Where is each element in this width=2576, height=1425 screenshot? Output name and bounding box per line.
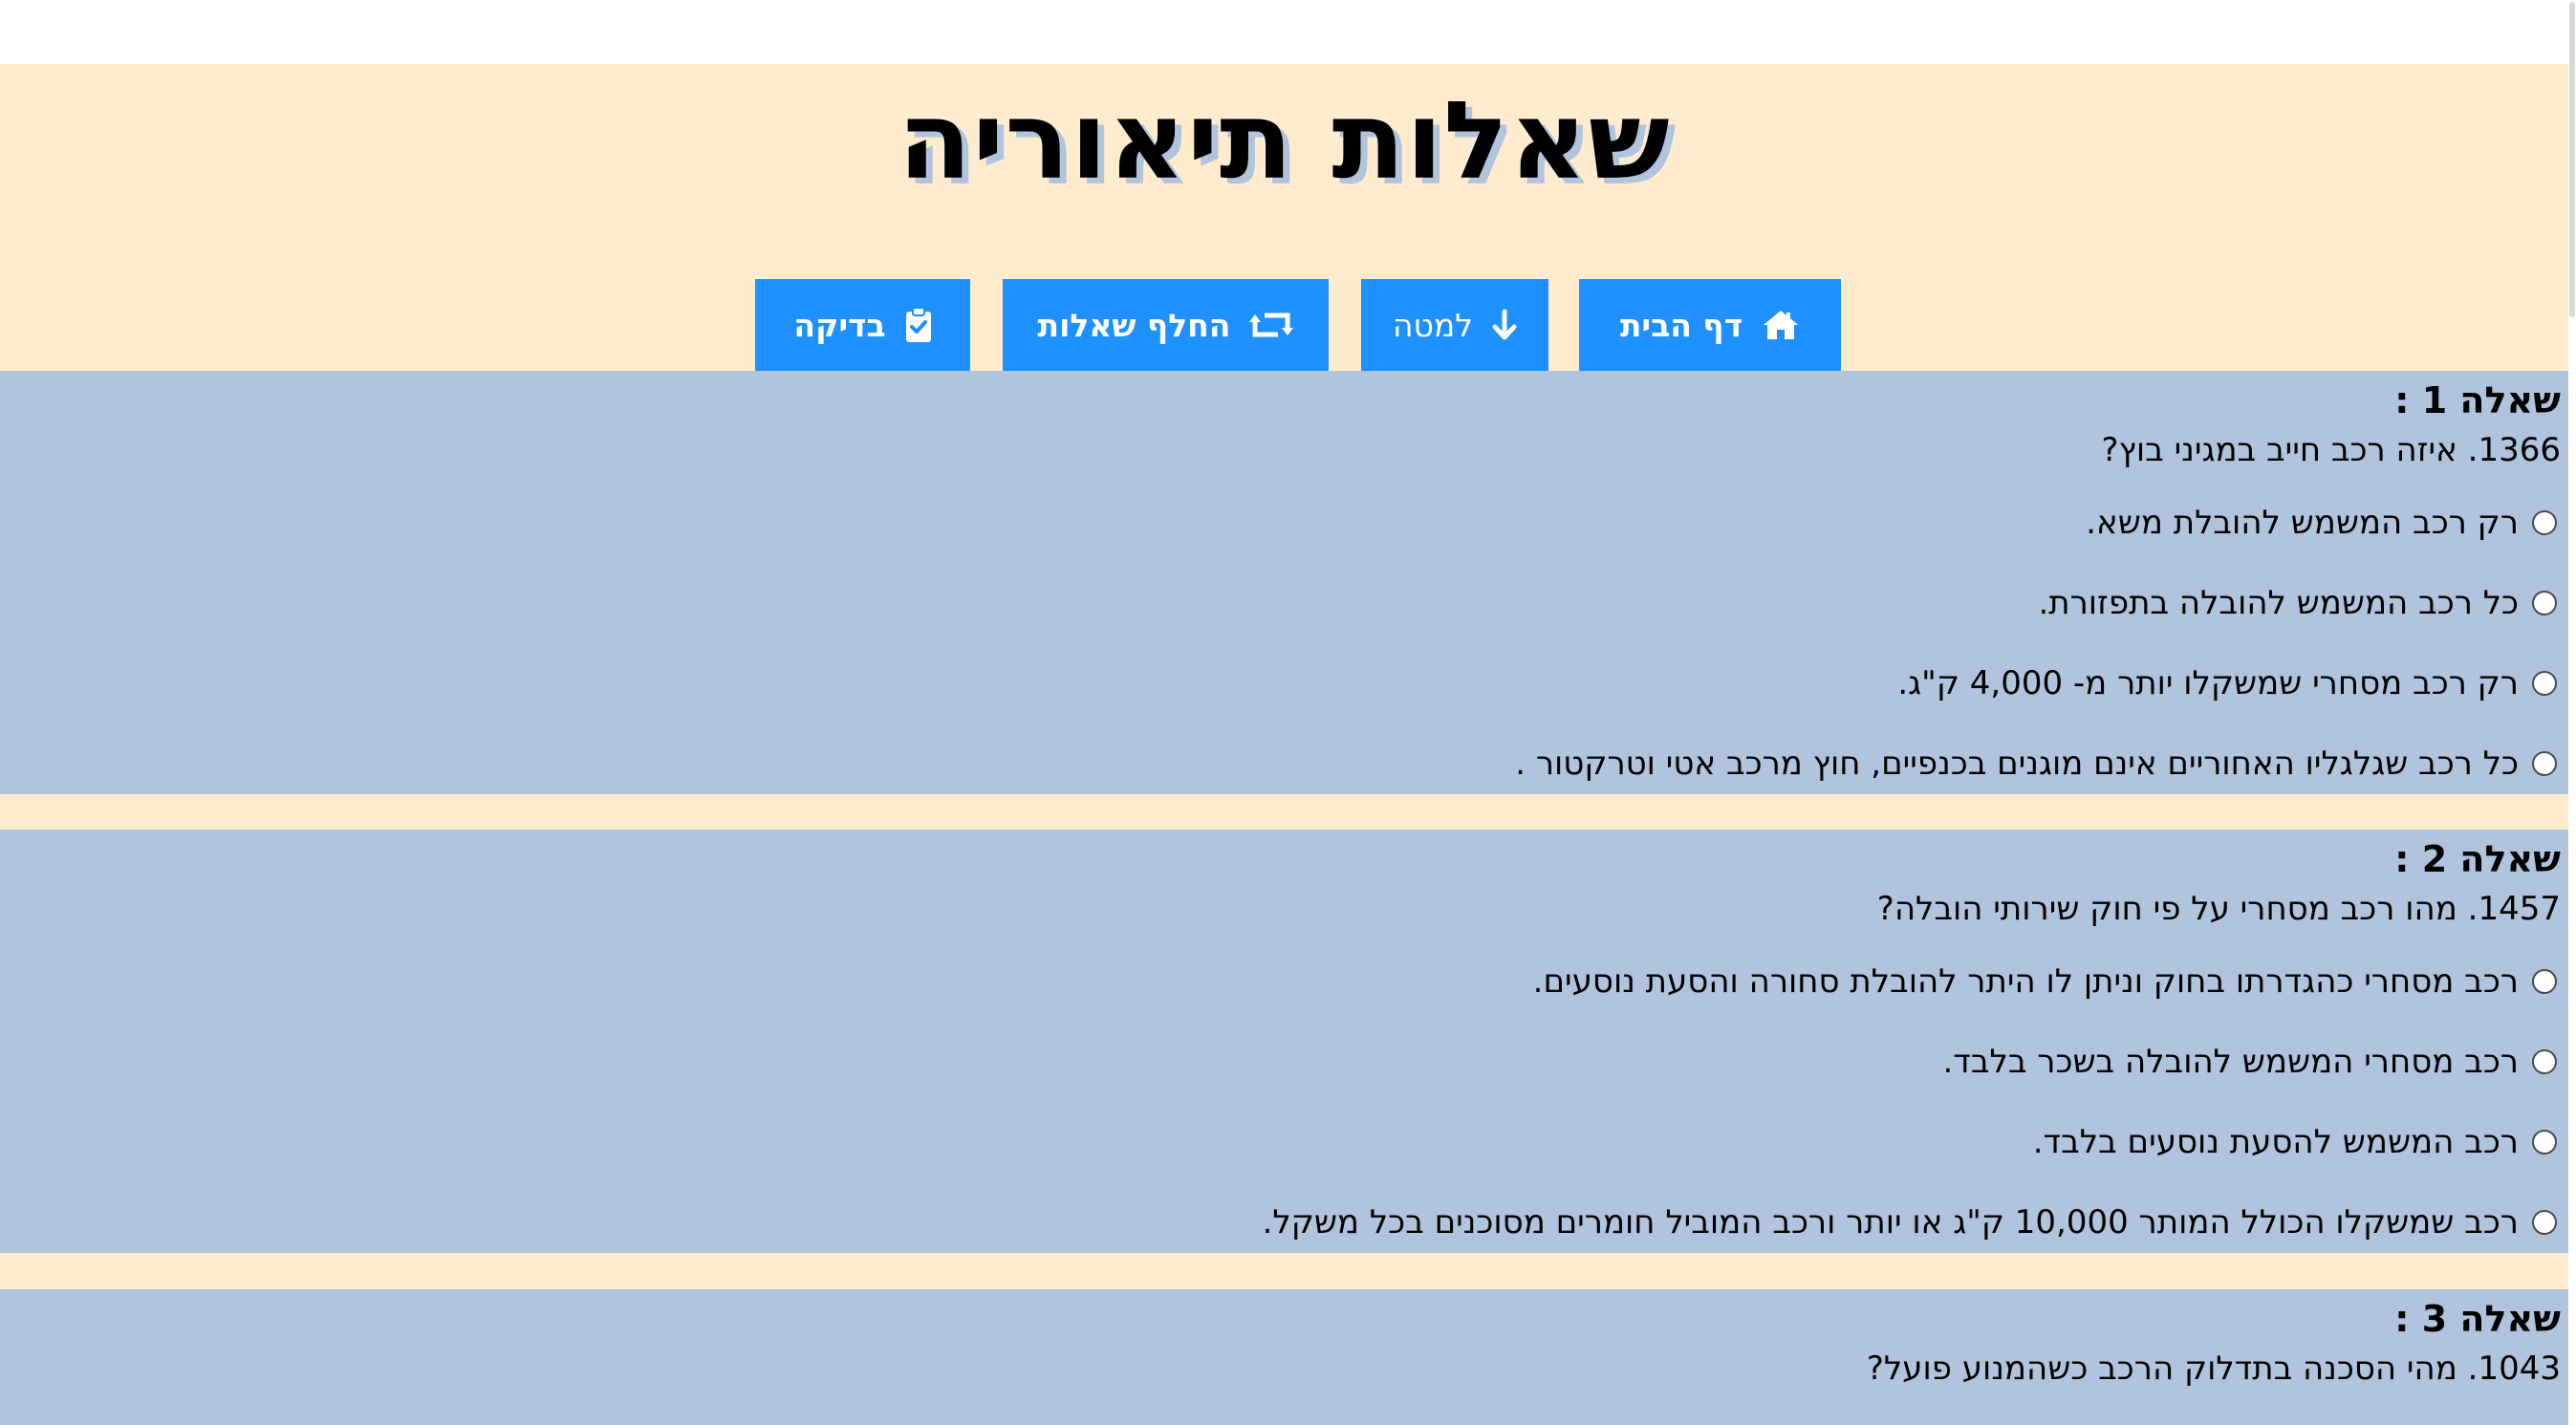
toolbar: דף הבית למטה החלף שאלות בדיקה xyxy=(0,279,2568,371)
answer-option[interactable]: רק רכב המשמש להובלת משא. xyxy=(2086,503,2557,543)
radio-button[interactable] xyxy=(2532,1049,2557,1074)
answer-option-label: כל רכב המשמש להובלה בתפזורת. xyxy=(2038,584,2519,622)
question-card-1: שאלה 1 : 1366. איזה רכב חייב במגיני בוץ?… xyxy=(0,371,2568,794)
answer-option-label: רק רכב המשמש להובלת משא. xyxy=(2086,504,2519,542)
answer-option-label: כל רכב שגלגליו האחוריים אינם מוגנים בכנפ… xyxy=(1515,745,2519,783)
radio-button[interactable] xyxy=(2532,591,2557,615)
swap-questions-button[interactable]: החלף שאלות xyxy=(1003,279,1329,371)
question-card-3: שאלה 3 : 1043. מהי הסכנה בתדלוק הרכב כשה… xyxy=(0,1289,2568,1425)
answer-option[interactable]: רכב שמשקלו הכולל המותר 10,000 ק"ג או יות… xyxy=(1263,1202,2557,1242)
answer-option-label: רכב שמשקלו הכולל המותר 10,000 ק"ג או יות… xyxy=(1262,1203,2519,1241)
radio-button[interactable] xyxy=(2532,510,2557,535)
answer-option-label: רק רכב מסחרי שמשקלו יותר מ- 4,000 ק"ג. xyxy=(1897,664,2519,702)
home-icon xyxy=(1762,309,1800,341)
arrow-down-icon xyxy=(1492,309,1517,341)
answer-option[interactable]: רכב המשמש להסעת נוסעים בלבד. xyxy=(2033,1122,2557,1162)
scroll-down-button-label: למטה xyxy=(1392,306,1474,344)
answer-option-label: רכב המשמש להסעת נוסעים בלבד. xyxy=(2032,1123,2519,1161)
answer-option[interactable]: רק רכב מסחרי שמשקלו יותר מ- 4,000 ק"ג. xyxy=(1897,663,2557,703)
scroll-down-button[interactable]: למטה xyxy=(1361,279,1548,371)
retweet-icon xyxy=(1249,310,1294,340)
answer-option[interactable]: רכב מסחרי כהגדרתו בחוק וניתן לו היתר להו… xyxy=(1533,961,2557,1002)
question-heading: שאלה 2 : xyxy=(2394,838,2561,880)
radio-button[interactable] xyxy=(2532,969,2557,994)
radio-button[interactable] xyxy=(2532,671,2557,696)
home-button-label: דף הבית xyxy=(1619,306,1743,344)
page-title: שאלות תיאוריה xyxy=(898,79,1671,204)
question-heading: שאלה 3 : xyxy=(2394,1298,2561,1340)
clipboard-check-icon xyxy=(905,307,932,343)
answer-option[interactable]: רכב מסחרי המשמש להובלה בשכר בלבד. xyxy=(1942,1042,2557,1082)
radio-button[interactable] xyxy=(2532,1210,2557,1235)
vertical-scrollbar[interactable] xyxy=(2568,0,2576,1425)
scrollbar-thumb[interactable] xyxy=(2569,2,2575,317)
radio-button[interactable] xyxy=(2532,1130,2557,1155)
radio-button[interactable] xyxy=(2532,751,2557,776)
answer-option[interactable]: כל רכב שגלגליו האחוריים אינם מוגנים בכנפ… xyxy=(1515,744,2557,784)
question-card-2: שאלה 2 : 1457. מהו רכב מסחרי על פי חוק ש… xyxy=(0,830,2568,1253)
swap-questions-button-label: החלף שאלות xyxy=(1037,306,1231,344)
question-heading: שאלה 1 : xyxy=(2394,379,2561,421)
question-text: 1043. מהי הסכנה בתדלוק הרכב כשהמנוע פועל… xyxy=(1866,1349,2561,1388)
answer-option-label: רכב מסחרי כהגדרתו בחוק וניתן לו היתר להו… xyxy=(1532,962,2519,1001)
check-button[interactable]: בדיקה xyxy=(755,279,970,371)
check-button-label: בדיקה xyxy=(793,306,886,344)
answer-option[interactable]: כל רכב המשמש להובלה בתפזורת. xyxy=(2038,583,2557,623)
home-button[interactable]: דף הבית xyxy=(1579,279,1841,371)
answer-option-label: רכב מסחרי המשמש להובלה בשכר בלבד. xyxy=(1942,1043,2519,1081)
question-text: 1457. מהו רכב מסחרי על פי חוק שירותי הוב… xyxy=(1876,890,2561,928)
question-text: 1366. איזה רכב חייב במגיני בוץ? xyxy=(2101,431,2562,469)
